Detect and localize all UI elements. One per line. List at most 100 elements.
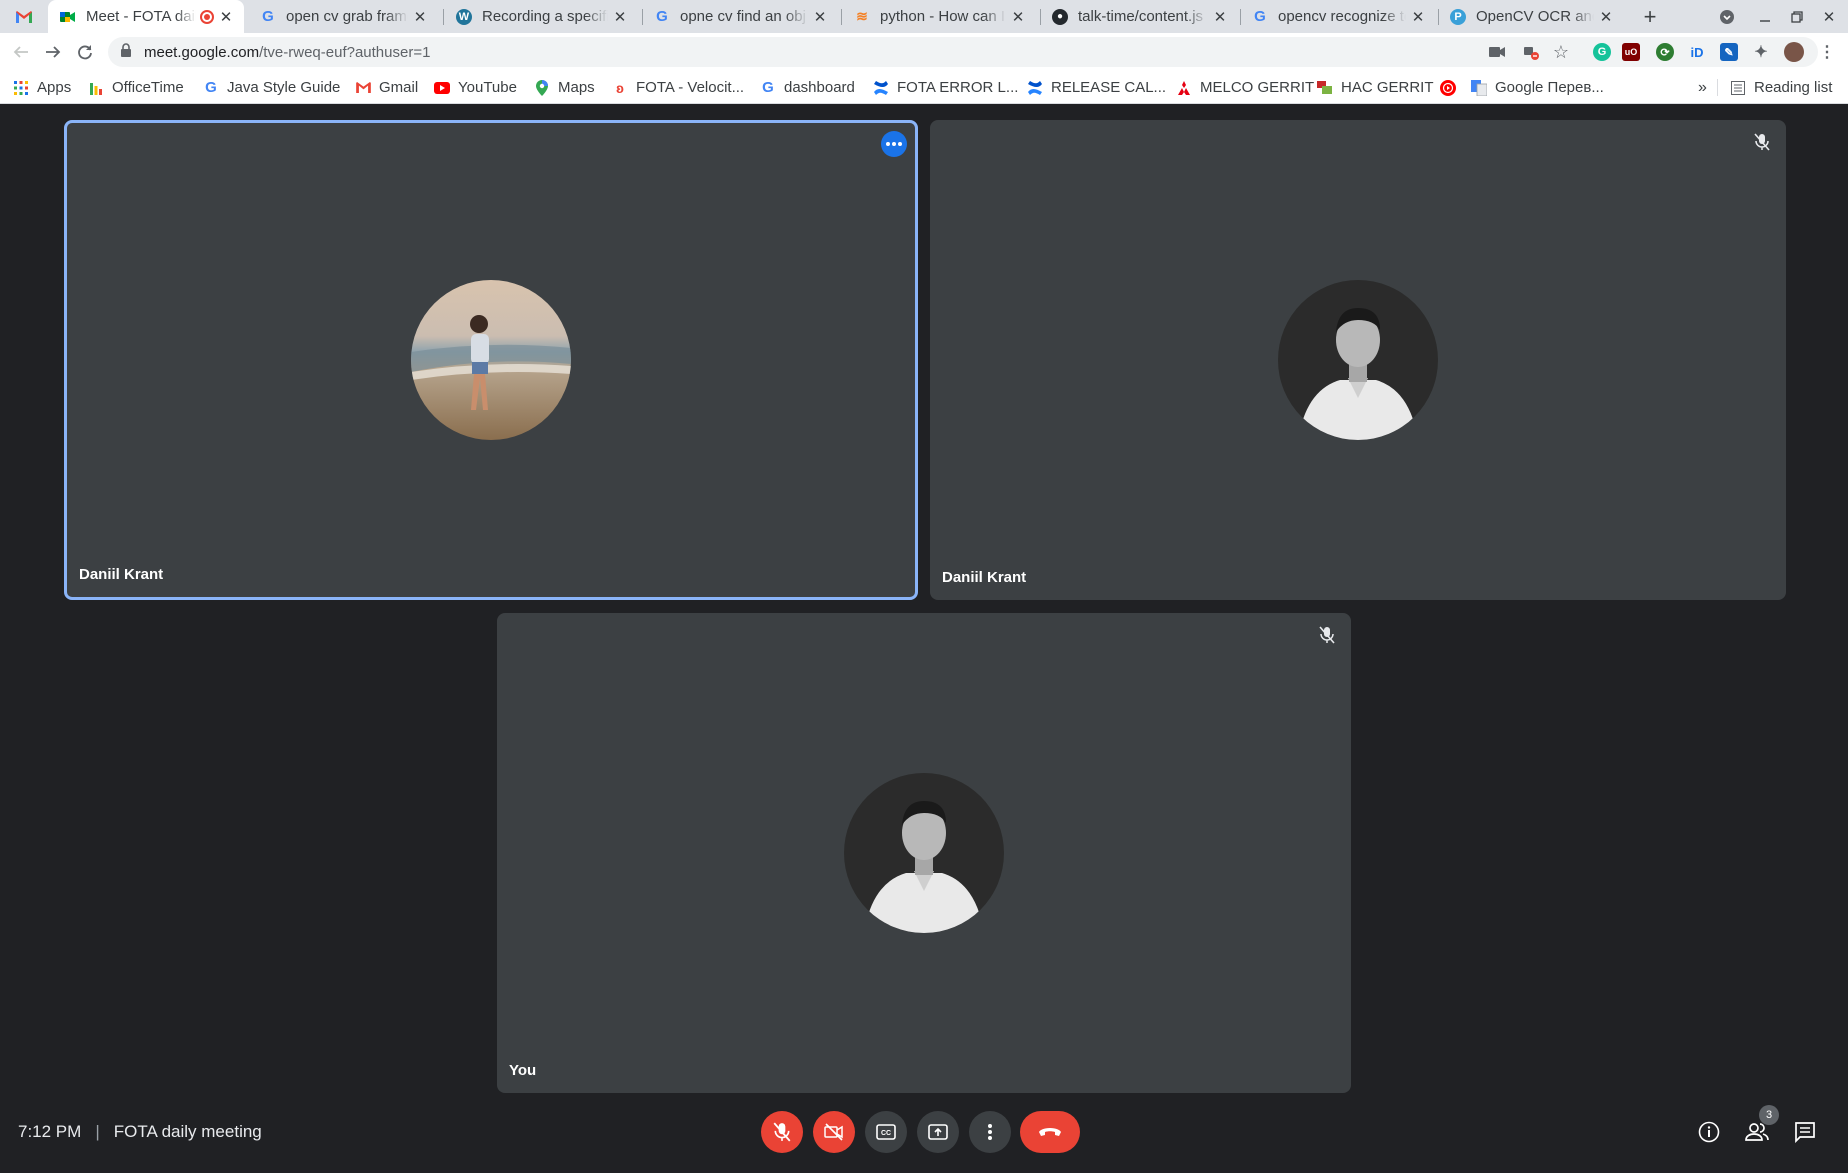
google-icon: G [1254,8,1266,25]
grammarly-extension-icon[interactable]: G [1593,43,1611,61]
microphone-toggle-button[interactable] [761,1111,803,1153]
green-extension-icon[interactable]: ⟳ [1656,43,1674,61]
camera-toggle-button[interactable] [813,1111,855,1153]
velocity-icon: ʚ [616,79,624,96]
google-meet-icon [60,9,76,25]
more-horizontal-icon [886,142,902,146]
present-screen-button[interactable] [917,1111,959,1153]
tab-title: open cv grab frame [286,8,408,25]
captions-button[interactable]: CC [865,1111,907,1153]
bookmark-youtube[interactable]: YouTube [434,71,517,104]
reading-list-button[interactable]: Reading list [1730,71,1832,104]
bookmark-apps[interactable]: Apps [13,71,71,104]
tab-title: python - How can I [880,8,1006,25]
minimize-window-icon[interactable] [1751,0,1779,33]
bookmark-label: Maps [558,79,595,96]
tab-meet[interactable]: Meet - FOTA daily meeting ✕ [48,0,244,33]
bookmark-youtube-music[interactable] [1440,71,1464,104]
leave-call-button[interactable] [1020,1111,1080,1153]
participant-tile[interactable]: Daniil Krant [930,120,1786,600]
close-tab-icon[interactable]: ✕ [1212,8,1228,26]
microphone-off-icon [773,1122,791,1142]
back-button[interactable] [6,37,36,67]
separator: | [95,1122,100,1141]
bookmark-star-icon[interactable]: ☆ [1552,42,1570,62]
participant-tile[interactable]: Daniil Krant [64,120,918,600]
profile-avatar[interactable] [1784,42,1804,62]
tab-python-how-can-i[interactable]: ≋ python - How can I ✕ [846,0,1034,33]
camera-in-use-icon[interactable] [1488,43,1506,61]
github-icon: ● [1052,8,1068,25]
people-icon [1745,1123,1769,1141]
bookmark-java-style-guide[interactable]: G Java Style Guide [203,71,340,104]
restore-window-icon[interactable] [1783,0,1811,33]
tab-opencv-find-object[interactable]: G opne cv find an obj ✕ [646,0,836,33]
tab-opencv-recognize[interactable]: G opencv recognize te ✕ [1244,0,1434,33]
google-icon: G [205,79,217,96]
more-options-button[interactable] [969,1111,1011,1153]
bookmark-label: Google Перев... [1495,79,1604,96]
arrow-right-icon [46,46,61,58]
bookmark-google-translate[interactable]: Google Перев... [1471,71,1604,104]
close-tab-icon[interactable]: ✕ [1410,8,1426,26]
closed-captions-icon: CC [876,1124,896,1140]
close-tab-icon[interactable]: ✕ [612,8,628,26]
tab-opencv-ocr[interactable]: P OpenCV OCR and te ✕ [1442,0,1622,33]
close-window-icon[interactable]: ✕ [1815,0,1843,33]
bookmark-label: YouTube [458,79,517,96]
chat-icon [1795,1122,1815,1143]
bookmark-label: Java Style Guide [227,79,341,96]
tab-opencv-grab-frame[interactable]: G open cv grab frame ✕ [252,0,436,33]
meeting-details-button[interactable] [1693,1116,1725,1148]
tab-title: Recording a specific [482,8,608,25]
close-tab-icon[interactable]: ✕ [412,8,428,26]
forward-button[interactable] [38,37,68,67]
mitsubishi-icon [1176,80,1192,96]
paint-extension-icon[interactable]: ✎ [1720,43,1738,61]
close-tab-icon[interactable]: ✕ [1598,8,1614,26]
reload-button[interactable] [70,37,100,67]
site-blocked-icon[interactable] [1522,43,1540,61]
participant-tile-self[interactable]: You [497,613,1351,1093]
reading-list-icon [1730,80,1746,96]
extensions-puzzle-icon[interactable]: ✦ [1752,43,1770,61]
tab-talk-time-content[interactable]: ● talk-time/content.js ✕ [1044,0,1236,33]
tab-title: opencv recognize te [1278,8,1406,25]
tab-gmail[interactable] [16,0,46,33]
pyimagesearch-icon: P [1450,8,1466,25]
chat-button[interactable] [1789,1116,1821,1148]
bookmark-hac-gerrit[interactable]: HAC GERRIT [1317,71,1434,104]
bookmark-officetime[interactable]: OfficeTime [88,71,184,104]
bookmark-label: MELCO GERRIT [1200,79,1315,96]
lock-icon[interactable] [120,42,134,62]
id-extension-icon[interactable]: iD [1688,43,1706,61]
tab-search-icon[interactable] [1713,0,1741,33]
close-tab-icon[interactable]: ✕ [1010,8,1026,26]
bookmark-gmail[interactable]: Gmail [355,71,418,104]
bookmark-fota-error-log[interactable]: FOTA ERROR L... [873,71,1018,104]
bookmarks-bar: Apps OfficeTime G Java Style Guide Gmail… [0,71,1848,104]
tab-strip: Meet - FOTA daily meeting ✕ G open cv gr… [0,0,1848,33]
bookmark-label: HAC GERRIT [1341,79,1434,96]
more-options-button[interactable] [881,131,907,157]
meet-stage: Daniil Krant Daniil Krant You [0,104,1848,1173]
browser-menu-icon[interactable]: ⋮ [1818,43,1836,61]
reload-icon [78,45,92,60]
participant-avatar [1278,280,1438,440]
confluence-icon [1027,80,1043,96]
bookmark-release-calendar[interactable]: RELEASE CAL... [1027,71,1166,104]
bookmark-fota-velocity[interactable]: ʚ FOTA - Velocit... [612,71,744,104]
close-tab-icon[interactable]: ✕ [218,8,234,26]
tab-title: OpenCV OCR and te [1476,8,1594,25]
close-tab-icon[interactable]: ✕ [812,8,828,26]
bookmarks-overflow-button[interactable]: » [1698,71,1707,104]
bookmark-maps[interactable]: Maps [534,71,595,104]
participant-avatar [844,773,1004,933]
reading-list-label: Reading list [1754,79,1833,96]
ublock-extension-icon[interactable]: uO [1622,43,1640,61]
new-tab-button[interactable]: + [1636,0,1664,33]
tab-recording-specific[interactable]: W Recording a specific ✕ [448,0,636,33]
bookmark-melco-gerrit[interactable]: MELCO GERRIT [1176,71,1314,104]
stackoverflow-icon: ≋ [856,8,868,24]
bookmark-dashboard[interactable]: G dashboard [760,71,855,104]
